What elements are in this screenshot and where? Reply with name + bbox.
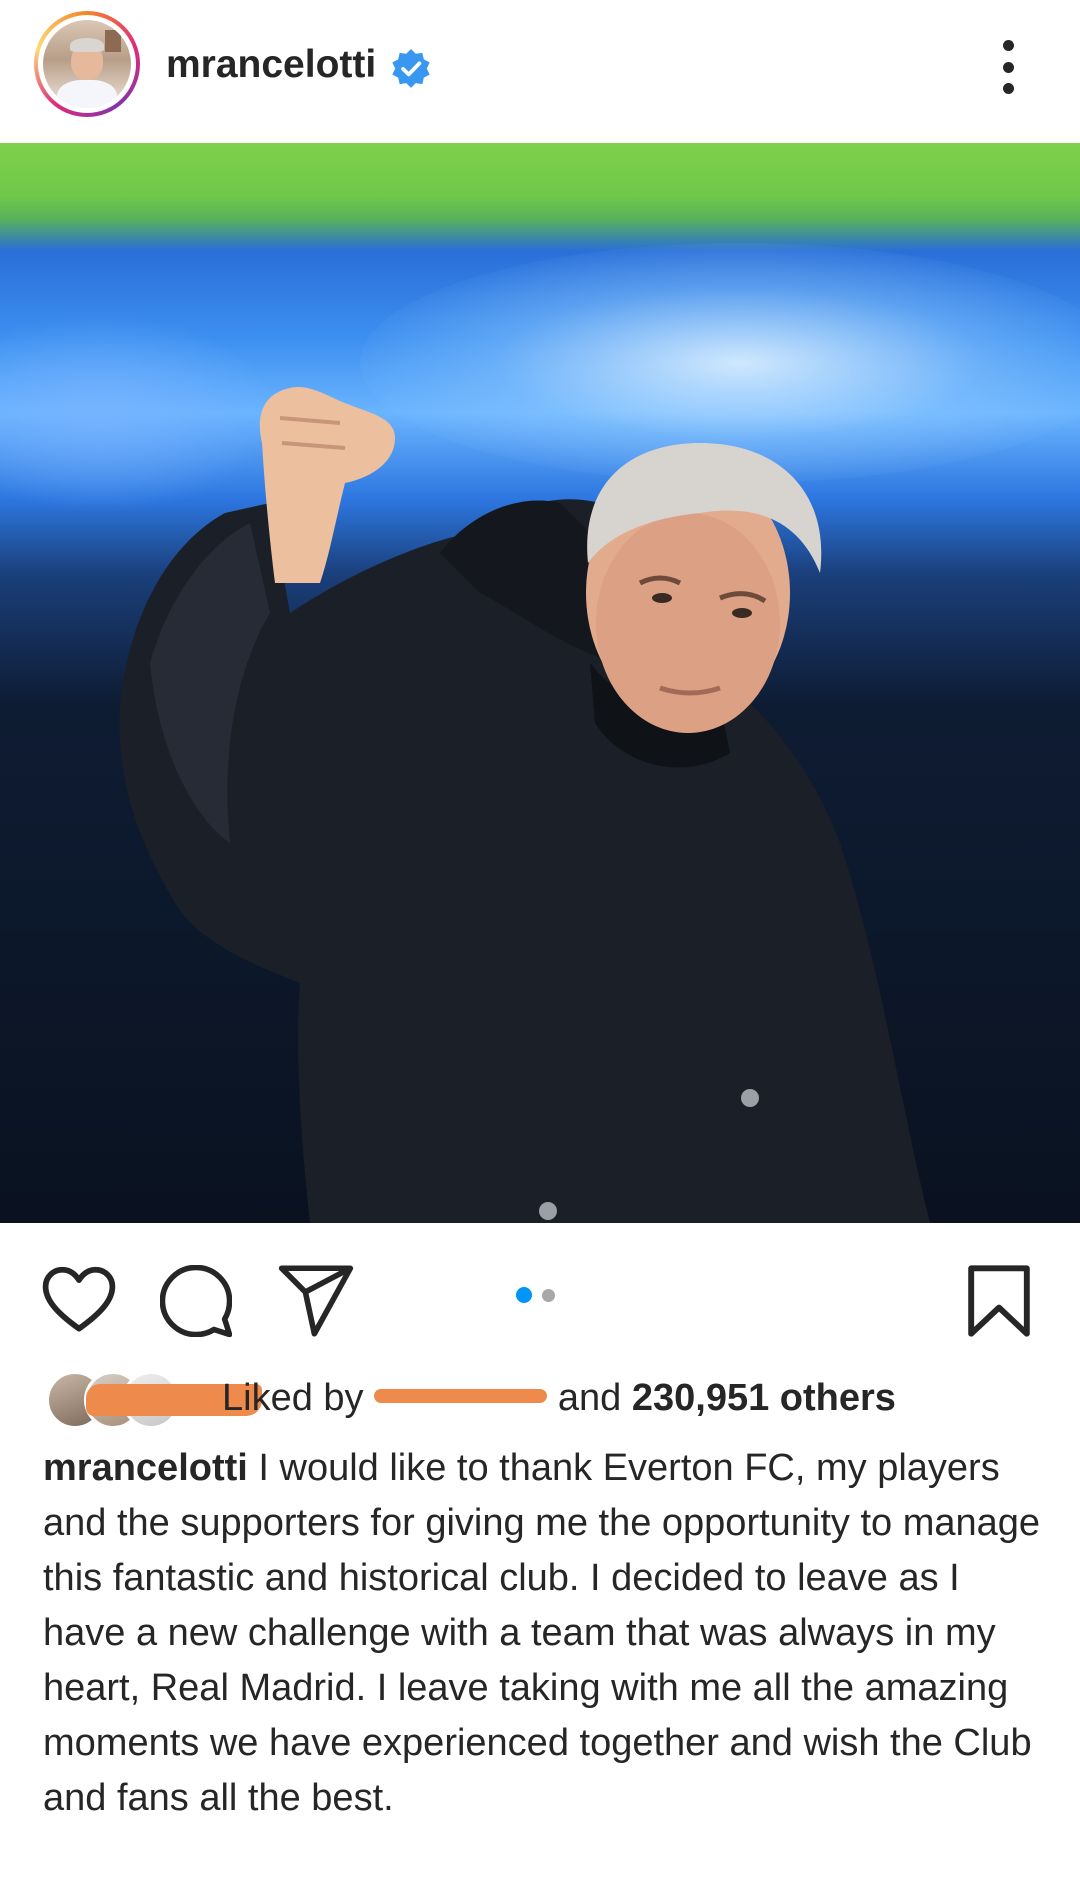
avatar-ring-gap (38, 15, 136, 113)
caption-username[interactable]: mrancelotti (43, 1447, 248, 1489)
action-bar (0, 1223, 1080, 1353)
likes-connector: and (557, 1377, 622, 1419)
caption: mrancelotti I would like to thank Everto… (43, 1441, 1043, 1826)
more-dot (1002, 40, 1014, 51)
header-username[interactable]: mrancelotti (166, 42, 376, 88)
carousel-dot-inactive (542, 1288, 555, 1302)
heart-icon[interactable] (40, 1265, 118, 1335)
verified-badge-icon (392, 49, 430, 88)
liked-by-label: Liked by (222, 1377, 364, 1419)
avatar-image (43, 20, 131, 108)
avatar-background-frame (105, 30, 121, 52)
comment-icon[interactable] (160, 1265, 232, 1337)
redaction-mark (374, 1389, 548, 1403)
right-eye (732, 608, 752, 618)
post-header: mrancelotti (0, 0, 1080, 143)
liker-avatars[interactable] (46, 1371, 262, 1429)
jacket-button (539, 1202, 557, 1220)
liked-by-username-redacted[interactable]: andy2896 (374, 1375, 548, 1421)
photo-subject (119, 386, 930, 1223)
carousel-dot-active (516, 1287, 532, 1303)
caption-text: I would like to thank Everton FC, my pla… (43, 1447, 1041, 1819)
profile-avatar[interactable] (34, 11, 140, 117)
likes-count[interactable]: 230,951 others (632, 1377, 896, 1419)
jacket-button (741, 1089, 759, 1107)
more-dot (1002, 83, 1014, 94)
likes-row: Liked by andy2896 and 230,951 others (46, 1365, 1046, 1435)
avatar-shirt (57, 80, 117, 108)
avatar-hair (70, 38, 104, 52)
bookmark-icon[interactable] (966, 1265, 1032, 1337)
carousel-indicator (516, 1287, 555, 1303)
share-icon[interactable] (278, 1265, 354, 1337)
face-shade (596, 513, 780, 733)
more-dot (1002, 61, 1014, 73)
more-options-icon[interactable] (990, 40, 1026, 94)
left-eye (652, 593, 672, 603)
post-photo[interactable] (0, 143, 1080, 1223)
likes-summary[interactable]: Liked by andy2896 and 230,951 others (222, 1375, 896, 1421)
raised-fist (259, 386, 395, 583)
